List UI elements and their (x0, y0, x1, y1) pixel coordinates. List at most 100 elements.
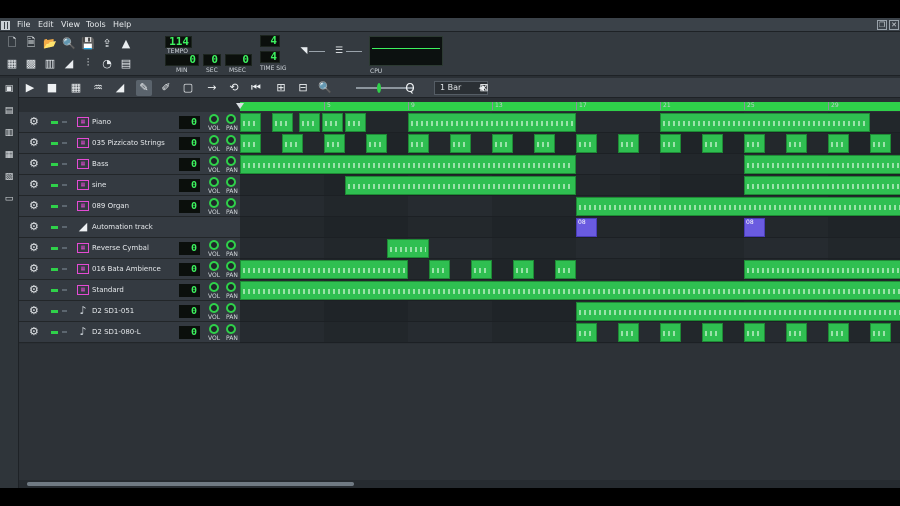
pattern-clip[interactable] (324, 134, 345, 153)
pattern-clip[interactable] (870, 134, 891, 153)
master-pitch-slider[interactable] (346, 51, 362, 52)
solo-toggle[interactable] (62, 226, 67, 228)
volume-knob[interactable] (209, 324, 219, 334)
pattern-clip[interactable] (576, 302, 900, 321)
pattern-clip[interactable] (555, 260, 576, 279)
draw-mode-icon[interactable]: ✎ (136, 80, 152, 96)
menu-tools[interactable]: Tools (86, 20, 106, 29)
pattern-clip[interactable] (828, 323, 849, 342)
track-header[interactable]: ⚙ ▦ Standard 0 VOL PAN (19, 280, 240, 301)
track-header[interactable]: ⚙ ▦ 089 Organ 0 VOL PAN (19, 196, 240, 217)
mute-toggle[interactable] (51, 226, 58, 229)
pattern-clip[interactable] (240, 260, 408, 279)
track-header[interactable]: ⚙ ▦ Piano 0 VOL PAN (19, 112, 240, 133)
master-pitch-icon[interactable]: ☰ (331, 43, 347, 59)
solo-toggle[interactable] (62, 142, 67, 144)
beat-editor-icon[interactable]: ▩ (23, 55, 39, 71)
mute-toggle[interactable] (51, 142, 58, 145)
pattern-clip[interactable] (450, 134, 471, 153)
insert-bar-icon[interactable]: ⊞ (273, 80, 289, 96)
pattern-clip[interactable] (282, 134, 303, 153)
pattern-clip[interactable] (576, 323, 597, 342)
menu-file[interactable]: File (17, 20, 30, 29)
automation-editor-icon[interactable]: ◢ (61, 55, 77, 71)
remove-bar-icon[interactable]: ⊟ (295, 80, 311, 96)
track-name[interactable]: Reverse Cymbal (92, 244, 149, 252)
select-mode-icon[interactable]: ▢ (180, 80, 196, 96)
timeline-ruler[interactable]: 5913172125293337414549535761 (236, 100, 900, 112)
pattern-clip[interactable] (786, 323, 807, 342)
gear-icon[interactable]: ⚙ (29, 326, 39, 338)
scrollbar-thumb[interactable] (27, 482, 354, 486)
volume-knob[interactable] (209, 156, 219, 166)
pattern-clip[interactable] (408, 134, 429, 153)
volume-knob[interactable] (209, 114, 219, 124)
pattern-clip[interactable] (744, 155, 900, 174)
new-project-icon[interactable]: 🗋 (4, 35, 20, 51)
loop-points-icon[interactable]: ⟲ (226, 80, 242, 96)
pattern-clip[interactable] (702, 323, 723, 342)
mute-toggle[interactable] (51, 268, 58, 271)
menu-view[interactable]: View (61, 20, 80, 29)
piano-roll-icon[interactable]: ▥ (42, 55, 58, 71)
track-header[interactable]: ⚙ ♪ D2 SD1-051 0 VOL PAN (19, 301, 240, 322)
pan-knob[interactable] (226, 114, 236, 124)
track-header[interactable]: ⚙ ▦ Bass 0 VOL PAN (19, 154, 240, 175)
my-home-icon[interactable]: ▧ (4, 172, 14, 182)
pan-knob[interactable] (226, 240, 236, 250)
gear-icon[interactable]: ⚙ (29, 284, 39, 296)
track-header[interactable]: ⚙ ▦ 035 Pizzicato Strings 0 VOL PAN (19, 133, 240, 154)
gear-icon[interactable]: ⚙ (29, 158, 39, 170)
automation-clip[interactable]: 08 (744, 218, 765, 237)
mute-toggle[interactable] (51, 247, 58, 250)
gear-icon[interactable]: ⚙ (29, 116, 39, 128)
track-name[interactable]: 016 Bata Ambience (92, 265, 161, 273)
volume-knob[interactable] (209, 282, 219, 292)
track-lane[interactable] (240, 196, 900, 217)
gear-icon[interactable]: ⚙ (29, 242, 39, 254)
track-name[interactable]: D2 SD1-051 (92, 307, 134, 315)
recent-projects-icon[interactable]: 🔍 (61, 35, 77, 51)
stop-behaviour-icon[interactable]: ⏮ (248, 80, 264, 96)
track-header[interactable]: ⚙ ◢ Automation track (19, 217, 240, 238)
pattern-clip[interactable] (271, 113, 293, 132)
loop-region[interactable] (240, 102, 900, 111)
mute-toggle[interactable] (51, 121, 58, 124)
track-lane[interactable] (240, 238, 900, 259)
save-project-icon[interactable]: 💾 (80, 35, 96, 51)
track-lane[interactable] (240, 112, 900, 133)
mute-toggle[interactable] (51, 184, 58, 187)
gear-icon[interactable]: ⚙ (29, 263, 39, 275)
master-volume-slider[interactable] (309, 51, 325, 52)
tempo-display[interactable]: 114 (165, 36, 192, 48)
track-name[interactable]: sine (92, 181, 106, 189)
solo-toggle[interactable] (62, 289, 67, 291)
track-lane[interactable] (240, 301, 900, 322)
solo-toggle[interactable] (62, 331, 67, 333)
my-samples-icon[interactable]: ▥ (4, 128, 14, 138)
pattern-clip[interactable] (744, 134, 765, 153)
volume-knob[interactable] (209, 261, 219, 271)
my-presets-icon[interactable]: ▦ (4, 150, 14, 160)
export-tracks-icon[interactable]: ▲ (118, 35, 134, 51)
pattern-clip[interactable] (240, 113, 261, 132)
gear-icon[interactable]: ⚙ (29, 179, 39, 191)
pattern-clip[interactable] (660, 113, 870, 132)
pan-knob[interactable] (226, 177, 236, 187)
pattern-clip[interactable] (429, 260, 450, 279)
pattern-clip[interactable] (240, 134, 261, 153)
pan-knob[interactable] (226, 282, 236, 292)
track-header[interactable]: ⚙ ▦ 016 Bata Ambience 0 VOL PAN (19, 259, 240, 280)
mute-toggle[interactable] (51, 163, 58, 166)
pan-knob[interactable] (226, 135, 236, 145)
playhead-marker[interactable] (236, 103, 244, 109)
gear-icon[interactable]: ⚙ (29, 137, 39, 149)
pattern-clip[interactable] (660, 323, 681, 342)
track-name[interactable]: 035 Pizzicato Strings (92, 139, 165, 147)
track-lane[interactable] (240, 154, 900, 175)
track-name[interactable]: Automation track (92, 223, 153, 231)
pan-knob[interactable] (226, 324, 236, 334)
controller-rack-icon[interactable]: ◔ (99, 55, 115, 71)
pattern-clip[interactable] (513, 260, 534, 279)
track-name[interactable]: Piano (92, 118, 111, 126)
